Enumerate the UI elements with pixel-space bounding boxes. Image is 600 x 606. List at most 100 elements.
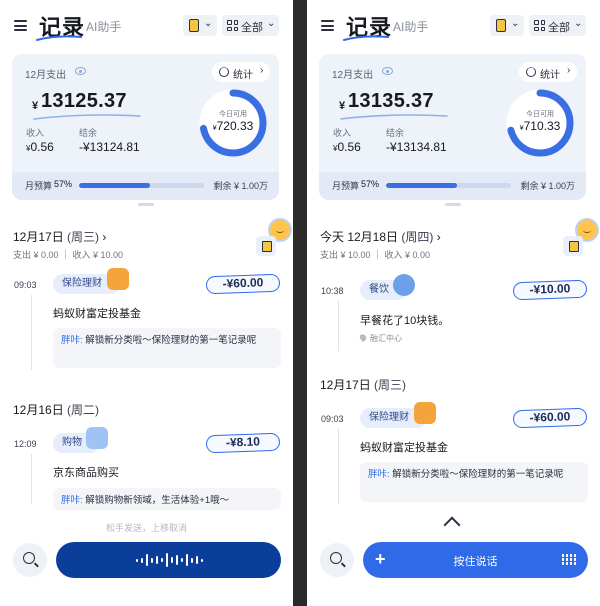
brand-underline-swoosh: [36, 35, 82, 41]
balance-value: -¥13134.81: [386, 140, 447, 154]
finance-mascot-icon: [414, 402, 436, 424]
currency-symbol: ¥: [339, 100, 346, 112]
category-label: 保险理财: [369, 412, 409, 423]
day-weekday: (周二): [67, 403, 100, 417]
filter-label: 全部: [241, 22, 263, 34]
amount-underline-swoosh: [340, 114, 448, 120]
eye-icon[interactable]: [382, 67, 393, 75]
search-icon[interactable]: [320, 543, 354, 577]
filter-label: 全部: [548, 22, 570, 34]
drag-handle[interactable]: [138, 203, 154, 206]
day-weekday: (周三): [374, 378, 407, 392]
budget-progress-bar: [386, 183, 511, 188]
budget-row[interactable]: 月预算 57% 剩余 ¥ 1.00万: [12, 172, 279, 200]
eye-icon[interactable]: [75, 67, 86, 75]
budget-remaining: 剩余 ¥ 1.00万: [520, 181, 575, 191]
entry-title[interactable]: 早餐花了10块钱。: [360, 312, 449, 328]
ai-assistant-tab[interactable]: AI助手: [86, 18, 121, 35]
budget-percent: 57%: [361, 179, 380, 189]
entry-title[interactable]: 蚂蚁财富定投基金: [53, 305, 141, 321]
pie-chart-icon: [219, 67, 229, 77]
income-value: ¥0.56: [333, 140, 361, 154]
entry-amount[interactable]: -¥10.00: [512, 279, 588, 301]
ledger-book-icon[interactable]: [563, 236, 583, 256]
search-icon[interactable]: [13, 543, 47, 577]
day-weekday: (周四): [401, 230, 434, 244]
category-label: 保险理财: [62, 278, 102, 289]
chevron-right-icon: ›: [260, 65, 264, 76]
entry-time: 09:03: [321, 414, 344, 424]
entry-title[interactable]: 蚂蚁财富定投基金: [360, 439, 448, 455]
budget-progress-fill: [79, 183, 151, 188]
brand-underline-swoosh: [343, 35, 389, 41]
entry-time: 10:38: [321, 286, 344, 296]
budget-row[interactable]: 月预算 57% 剩余 ¥ 1.00万: [319, 172, 586, 200]
ai-note: 胖咔: 解锁新分类啦～保险理财的第一笔记录呢: [360, 462, 588, 502]
day-header[interactable]: 今天 12月18日 (周四) ›: [320, 228, 441, 245]
budget-progress-fill: [386, 183, 458, 188]
ai-assistant-tab[interactable]: AI助手: [393, 18, 428, 35]
ledger-select-button[interactable]: ⌄: [490, 15, 524, 36]
note-text: 解锁新分类啦～保险理财的第一笔记录呢: [389, 469, 564, 480]
chevron-down-icon: ⌄: [574, 18, 583, 29]
day-header[interactable]: 12月16日 (周二): [13, 401, 99, 418]
balance-label: 结余: [79, 128, 98, 138]
food-bowl-icon: [393, 274, 415, 296]
daily-available-value: ¥710.33: [505, 119, 575, 133]
timeline-line: [31, 295, 32, 370]
filter-all-button[interactable]: 全部 ⌄: [222, 15, 279, 36]
income-amount: 0.56: [337, 140, 361, 154]
entry-location: 融汇中心: [358, 332, 402, 344]
stats-label: 统计: [540, 70, 560, 81]
budget-remaining: 剩余 ¥ 1.00万: [213, 181, 268, 191]
grid-icon: [227, 20, 238, 31]
daily-available-label: 今日可用: [526, 111, 554, 118]
note-author: 胖咔:: [368, 469, 390, 480]
chevron-up-icon[interactable]: [443, 516, 461, 534]
stats-button[interactable]: 统计 ›: [212, 62, 270, 82]
grid-icon: [534, 20, 545, 31]
ledger-select-button[interactable]: ⌄: [183, 15, 217, 36]
keyboard-icon[interactable]: [562, 554, 576, 565]
balance-label: 结余: [386, 128, 405, 138]
entry-amount[interactable]: -¥60.00: [512, 407, 588, 429]
income-amount: 0.56: [30, 140, 54, 154]
chevron-down-icon: ⌄: [204, 18, 213, 29]
monthly-total: 13125.37: [41, 90, 127, 112]
menu-icon[interactable]: [321, 20, 334, 31]
currency-symbol: ¥: [32, 100, 39, 112]
note-text: 解锁购物新领域，生活体验+1哦～: [82, 495, 230, 506]
entry-amount[interactable]: -¥8.10: [205, 432, 281, 454]
recording-screen-left: 记录 AI助手 ⌄ 全部 ⌄ 12月支出 统计 › ¥ 13125.37 收入 …: [0, 0, 293, 606]
day-date: 今天 12月18日: [320, 230, 399, 244]
timeline-line: [338, 301, 339, 351]
day-header[interactable]: 12月17日 (周三) ›: [13, 228, 106, 245]
timeline-line: [338, 429, 339, 504]
drag-handle[interactable]: [445, 203, 461, 206]
hold-to-talk-button[interactable]: + 按住说话: [363, 542, 588, 578]
chevron-down-icon: ⌄: [267, 18, 276, 29]
amount-underline-swoosh: [33, 114, 141, 120]
ledger-book-icon[interactable]: [256, 236, 276, 256]
chevron-right-icon: ›: [436, 230, 441, 244]
daily-available-amount: 720.33: [216, 119, 254, 133]
recording-screen-right: 记录 AI助手 ⌄ 全部 ⌄ 12月支出 统计 › ¥ 13135.37 收入 …: [307, 0, 600, 606]
daily-available-label: 今日可用: [219, 111, 247, 118]
ai-note: 胖咔: 解锁购物新领域，生活体验+1哦～: [53, 488, 281, 510]
finance-mascot-icon: [107, 268, 129, 290]
voice-recording-button[interactable]: [56, 542, 281, 578]
location-pin-icon: [358, 332, 368, 343]
budget-percent: 57%: [54, 179, 73, 189]
stats-button[interactable]: 统计 ›: [519, 62, 577, 82]
filter-all-button[interactable]: 全部 ⌄: [529, 15, 586, 36]
entry-title[interactable]: 京东商品购买: [53, 464, 119, 480]
entry-amount[interactable]: -¥60.00: [205, 273, 281, 295]
chevron-right-icon: ›: [567, 65, 571, 76]
menu-icon[interactable]: [14, 20, 27, 31]
day-date: 12月17日: [320, 378, 371, 392]
income-label: 收入: [26, 128, 45, 138]
day-header[interactable]: 12月17日 (周三): [320, 376, 406, 393]
release-to-send-hint: 松手发送，上移取消: [105, 523, 187, 533]
day-summary: 支出 ¥ 10.00 ｜ 收入 ¥ 0.00: [320, 250, 431, 260]
daily-available-amount: 710.33: [523, 119, 561, 133]
